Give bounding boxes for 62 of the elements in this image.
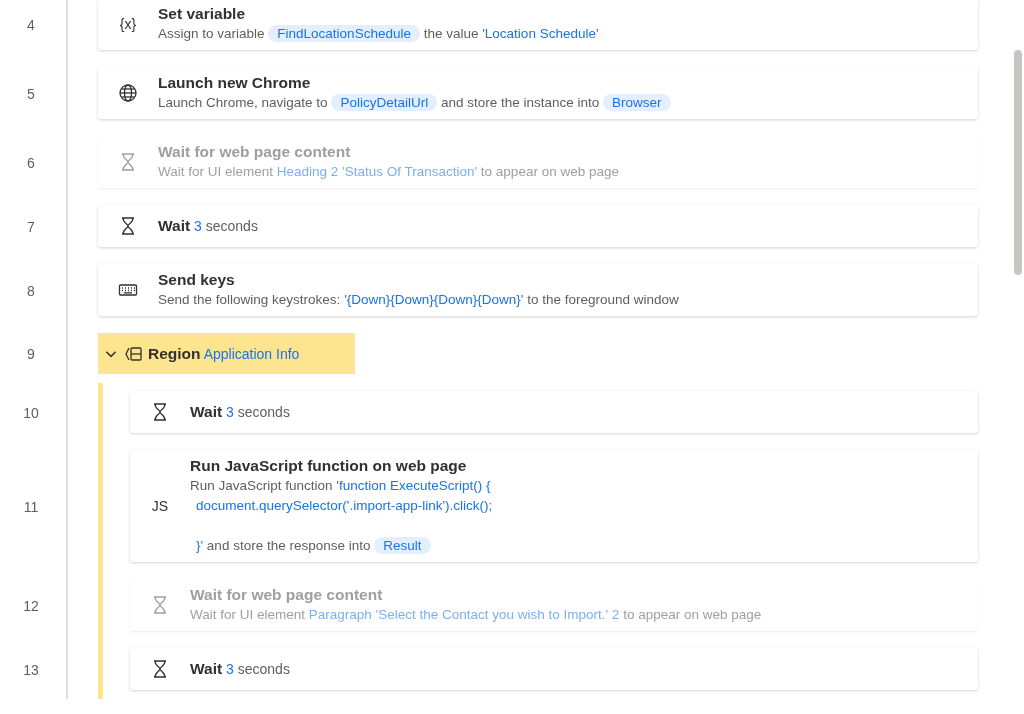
line-number: 6 <box>0 128 68 197</box>
value-text: 'function ExecuteScript() { <box>336 478 491 493</box>
variable-chip[interactable]: Result <box>374 537 431 554</box>
description-text: to appear on web page <box>480 164 619 179</box>
description-text: seconds <box>237 404 290 420</box>
description-text: Assign to variable <box>158 26 265 41</box>
description-text: Launch Chrome, navigate to <box>158 95 328 110</box>
action-card[interactable]: {x} Set variable Assign to variable FindLocationSchedule the value 'Location Schedule' <box>98 0 978 50</box>
action-card[interactable]: Send keys Send the following keystrokes: '{Down}{Down}{Down}{Down}' to the foreground window <box>98 264 978 316</box>
line-number: 5 <box>0 59 68 128</box>
description-text: the value <box>423 26 479 41</box>
step-title: Wait <box>158 217 191 234</box>
step-title: Launch new Chrome <box>158 74 311 91</box>
line-number: 12 <box>0 571 68 640</box>
action-card[interactable]: Wait 3 seconds <box>130 648 978 690</box>
description-text: to appear on web page <box>623 607 762 622</box>
line-number: 9 <box>0 325 68 383</box>
action-card[interactable]: Wait 3 seconds <box>130 391 978 433</box>
description-text: seconds <box>237 661 290 677</box>
step-title: Region <box>148 344 201 362</box>
description-text: and store the response into <box>206 538 371 553</box>
step-title: Wait for web page content <box>158 143 351 160</box>
step-title: Wait for web page content <box>190 586 383 603</box>
line-number: 4 <box>0 0 68 59</box>
value-text: 3 <box>194 218 202 234</box>
scrollbar-thumb[interactable] <box>1014 50 1022 275</box>
value-text: 3 <box>226 404 234 420</box>
action-card[interactable]: Wait 3 seconds <box>98 205 978 247</box>
description-text: Run JavaScript function <box>190 478 333 493</box>
description-text: to the foreground window <box>527 292 679 307</box>
value-text: document.querySelector('.import-app-link').click(); <box>196 498 493 513</box>
value-text: Application Info <box>203 345 300 362</box>
value-text: Heading 2 'Status Of Transaction' <box>276 164 478 179</box>
variable-icon: {x} <box>119 16 137 32</box>
value-text: 3 <box>226 661 234 677</box>
variable-chip[interactable]: PolicyDetailUrl <box>331 94 438 111</box>
script-icon: JS <box>151 498 169 514</box>
line-number: 8 <box>0 256 68 325</box>
description-text: Send the following keystrokes: <box>158 292 341 307</box>
step-title: Send keys <box>158 271 235 288</box>
value-text: '{Down}{Down}{Down}{Down}' <box>344 292 524 307</box>
description-text: Wait for UI element <box>190 607 306 622</box>
description-text: Wait for UI element <box>158 164 274 179</box>
variable-chip[interactable]: Browser <box>603 94 671 111</box>
line-number: 7 <box>0 197 68 256</box>
step-title: Wait <box>190 403 223 420</box>
action-card[interactable]: JS Run JavaScript function on web page Run JavaScript function 'function ExecuteScript() { document.querySelector('.import-app-link').click(); }' and store the response into Result <box>130 450 978 562</box>
value-text: 'Location Schedule' <box>482 26 599 41</box>
line-number: 13 <box>0 640 68 699</box>
description-text: and store the instance into <box>440 95 600 110</box>
variable-chip[interactable]: FindLocationSchedule <box>268 25 420 42</box>
line-number: 11 <box>0 442 68 571</box>
value-text: }' <box>196 538 204 553</box>
action-card[interactable]: Launch new Chrome Launch Chrome, navigate to PolicyDetailUrl and store the instance into Browser <box>98 67 978 119</box>
description-text: seconds <box>205 218 258 234</box>
step-title: Wait <box>190 660 223 677</box>
line-number: 10 <box>0 383 68 442</box>
step-title: Run JavaScript function on web page <box>190 457 467 474</box>
region-header[interactable]: Region Application Info <box>98 333 355 374</box>
value-text: Paragraph 'Select the Contact you wish to Import.' 2 <box>308 607 620 622</box>
globe-icon <box>118 83 138 103</box>
step-title: Set variable <box>158 5 246 22</box>
